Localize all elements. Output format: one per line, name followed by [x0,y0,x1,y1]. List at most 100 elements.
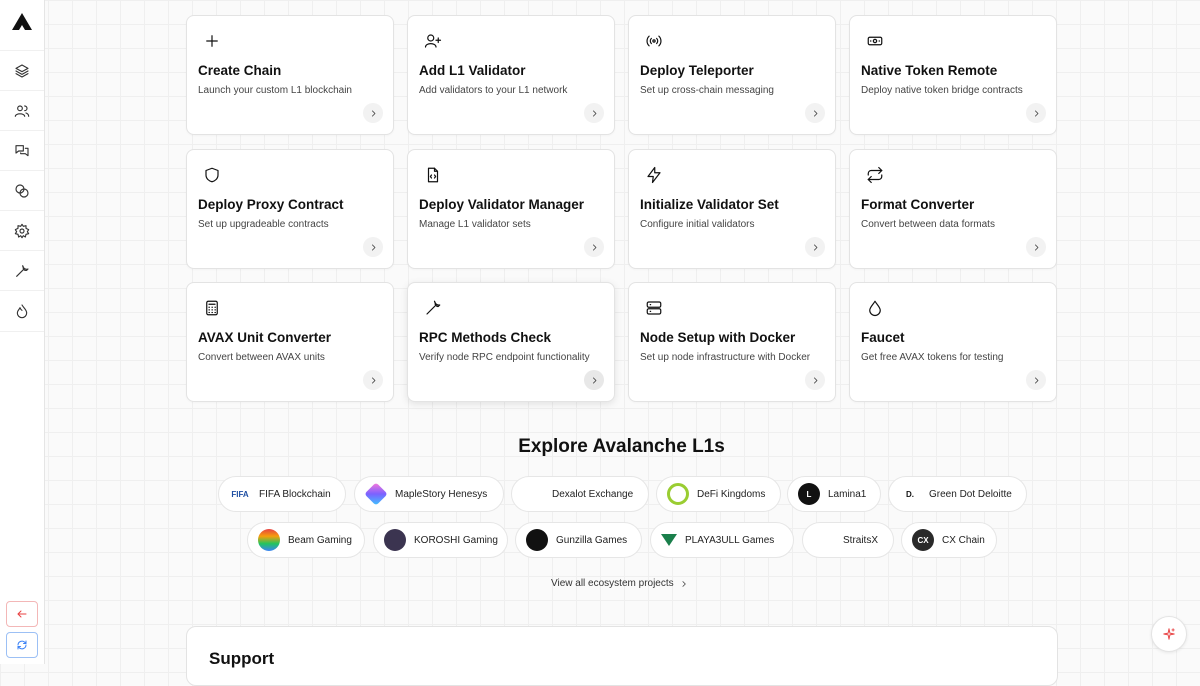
tool-card[interactable]: Deploy Teleporter Set up cross-chain mess… [628,15,836,135]
l1-chip-label: FIFA Blockchain [259,488,331,500]
l1-chip-label: CX Chain [942,534,985,546]
tool-card-description: Get free AVAX tokens for testing [861,352,1004,363]
l1-chip[interactable]: D. Green Dot Deloitte [888,476,1027,512]
tool-card-title: Deploy Proxy Contract [198,197,344,212]
l1-logo [526,529,548,551]
l1-chip[interactable]: CX CX Chain [901,522,997,558]
tool-card[interactable]: Create Chain Launch your custom L1 blockc… [186,15,394,135]
settings-gear-icon [14,223,30,239]
l1-chip[interactable]: KOROSHI Gaming [373,522,508,558]
layers-icon [15,64,29,78]
tool-card[interactable]: AVAX Unit Converter Convert between AVAX … [186,282,394,402]
open-tool-button[interactable] [584,237,604,257]
view-all-label: View all ecosystem projects [551,578,674,589]
broadcast-icon [645,32,663,50]
tool-card-description: Set up node infrastructure with Docker [640,352,811,363]
support-section: Support [186,626,1058,686]
open-tool-button[interactable] [1026,370,1046,390]
tool-card-title: Deploy Teleporter [640,63,754,78]
l1-chip[interactable]: Dexalot Exchange [511,476,649,512]
tool-card-title: Native Token Remote [861,63,998,78]
l1-logo [364,482,388,506]
tool-card-title: Deploy Validator Manager [419,197,585,212]
chevron-right-icon [1034,244,1038,250]
tool-card[interactable]: Deploy Proxy Contract Set up upgradeable … [186,149,394,269]
chevron-right-icon [1034,110,1038,116]
explore-title: Explore Avalanche L1s [518,436,725,457]
l1-chip[interactable]: Gunzilla Games [515,522,642,558]
chevron-right-icon [592,377,596,383]
l1-logo: CX [912,529,934,551]
tool-card[interactable]: Node Setup with Docker Set up node infras… [628,282,836,402]
collapse-sidebar-button[interactable] [6,601,38,627]
chevron-right-icon [371,244,375,250]
l1-logo [667,483,689,505]
l1-chip-label: Gunzilla Games [556,534,628,546]
l1-chip-label: Dexalot Exchange [552,488,634,500]
coins-icon [15,184,29,198]
sidebar-item-messages[interactable] [0,130,44,171]
tool-card-description: Convert between data formats [861,219,995,230]
l1-chip-label: Beam Gaming [288,534,352,546]
l1-logo [384,529,406,551]
sidebar-item-faucet[interactable] [0,290,44,332]
sidebar-item-coins[interactable] [0,170,44,211]
fire-icon [16,304,28,319]
open-tool-button[interactable] [363,237,383,257]
tool-card-title: Format Converter [861,197,975,212]
tool-card[interactable]: RPC Methods Check Verify node RPC endpoin… [407,282,615,402]
l1-chip[interactable]: Beam Gaming [247,522,365,558]
repeat-arrows-icon [866,166,884,184]
sidebar-item-tools[interactable] [0,250,44,291]
tool-card-title: AVAX Unit Converter [198,330,332,345]
server-icon [645,299,663,317]
tool-card[interactable]: Add L1 Validator Add validators to your L… [407,15,615,135]
tool-card-description: Manage L1 validator sets [419,219,531,230]
l1-chip[interactable]: MapleStory Henesys [354,476,504,512]
open-tool-button[interactable] [584,370,604,390]
assistant-button[interactable] [1151,616,1187,652]
sidebar-item-layers[interactable] [0,50,44,91]
sidebar [0,0,45,664]
tool-card[interactable]: Deploy Validator Manager Manage L1 valida… [407,149,615,269]
chevron-right-icon [682,580,686,587]
open-tool-button[interactable] [363,103,383,123]
l1-logo [813,529,835,551]
open-tool-button[interactable] [1026,237,1046,257]
l1-chip[interactable]: DeFi Kingdoms [656,476,781,512]
tool-card[interactable]: Format Converter Convert between data for… [849,149,1057,269]
tool-card-description: Set up cross-chain messaging [640,85,774,96]
l1-chip-label: StraitsX [843,534,879,546]
l1-logo: L [798,483,820,505]
chevron-right-icon [813,377,817,383]
refresh-button[interactable] [6,632,38,658]
tool-card-description: Set up upgradeable contracts [198,219,329,230]
tool-card[interactable]: Faucet Get free AVAX tokens for testing [849,282,1057,402]
l1-chip[interactable]: StraitsX [802,522,894,558]
l1-chip[interactable]: PLAYA3ULL Games [650,522,794,558]
open-tool-button[interactable] [805,370,825,390]
open-tool-button[interactable] [584,103,604,123]
tool-card-title: Node Setup with Docker [640,330,796,345]
tool-card[interactable]: Native Token Remote Deploy native token b… [849,15,1057,135]
view-all-link[interactable]: View all ecosystem projects [551,578,688,589]
l1-logo [522,483,544,505]
droplet-icon [866,299,884,317]
open-tool-button[interactable] [805,103,825,123]
sidebar-item-settings[interactable] [0,210,44,251]
sidebar-item-users[interactable] [0,90,44,131]
open-tool-button[interactable] [805,237,825,257]
chevron-right-icon [592,110,596,116]
open-tool-button[interactable] [1026,103,1046,123]
support-title: Support [209,649,275,668]
l1-logo [661,534,677,546]
chevron-right-icon [371,377,375,383]
tool-card-title: RPC Methods Check [419,330,552,345]
l1-chip-label: MapleStory Henesys [395,488,488,500]
l1-chip-label: DeFi Kingdoms [697,488,766,500]
l1-chip[interactable]: FIFA FIFA Blockchain [218,476,346,512]
open-tool-button[interactable] [363,370,383,390]
l1-chip[interactable]: L Lamina1 [787,476,881,512]
tool-card[interactable]: Initialize Validator Set Configure initia… [628,149,836,269]
avalanche-logo[interactable] [10,10,34,34]
